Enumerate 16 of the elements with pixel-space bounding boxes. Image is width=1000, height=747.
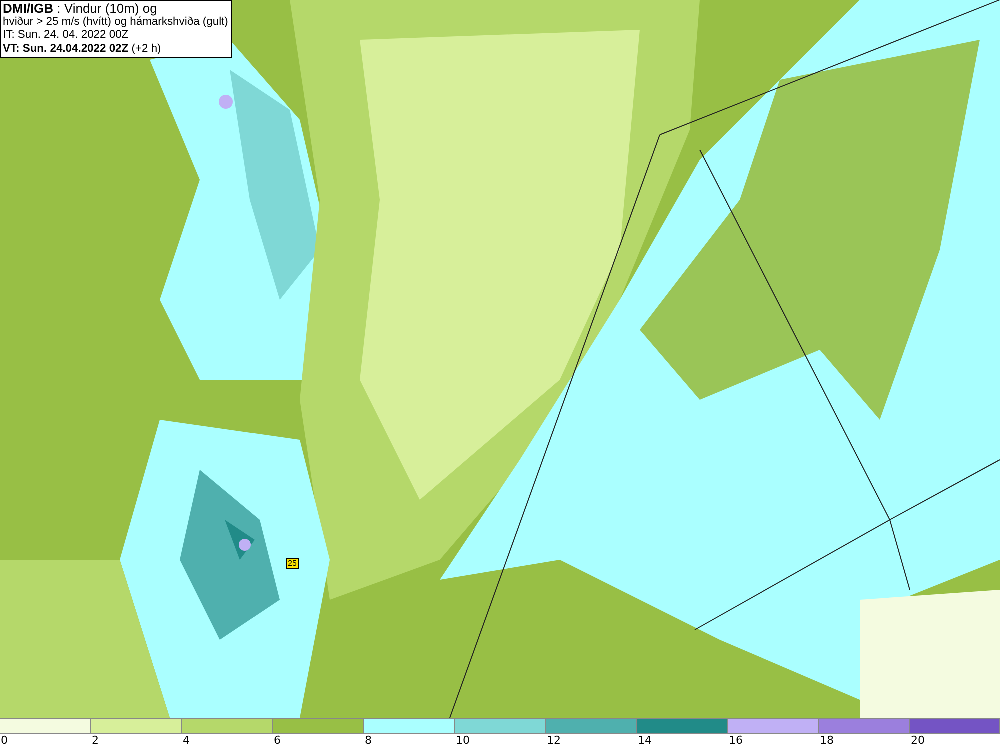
title-line: hviður > 25 m/s (hvítt) og hámarkshviða (gult): [3, 16, 229, 29]
gust-marker: 25: [286, 558, 299, 569]
legend-tick-label: 6: [273, 734, 281, 747]
legend-tick-label: 0: [0, 734, 8, 747]
legend-tick-label: 4: [182, 734, 190, 747]
legend-tick-label: 18: [819, 734, 834, 747]
legend-tick-label: 20: [910, 734, 925, 747]
legend-tick-label: 8: [364, 734, 372, 747]
legend-tick-label: 10: [455, 734, 470, 747]
title-line: IT: Sun. 24. 04. 2022 00Z: [3, 29, 130, 42]
legend-tick-label: 14: [637, 734, 652, 747]
legend-tick-label: 16: [728, 734, 743, 747]
legend-tick-label: 12: [546, 734, 561, 747]
title-line: DMI/IGB : Vindur (10m) og: [3, 2, 158, 16]
legend-tick-label: 2: [91, 734, 99, 747]
title-line: VT: Sun. 24.04.2022 02Z (+2 h): [3, 42, 162, 56]
